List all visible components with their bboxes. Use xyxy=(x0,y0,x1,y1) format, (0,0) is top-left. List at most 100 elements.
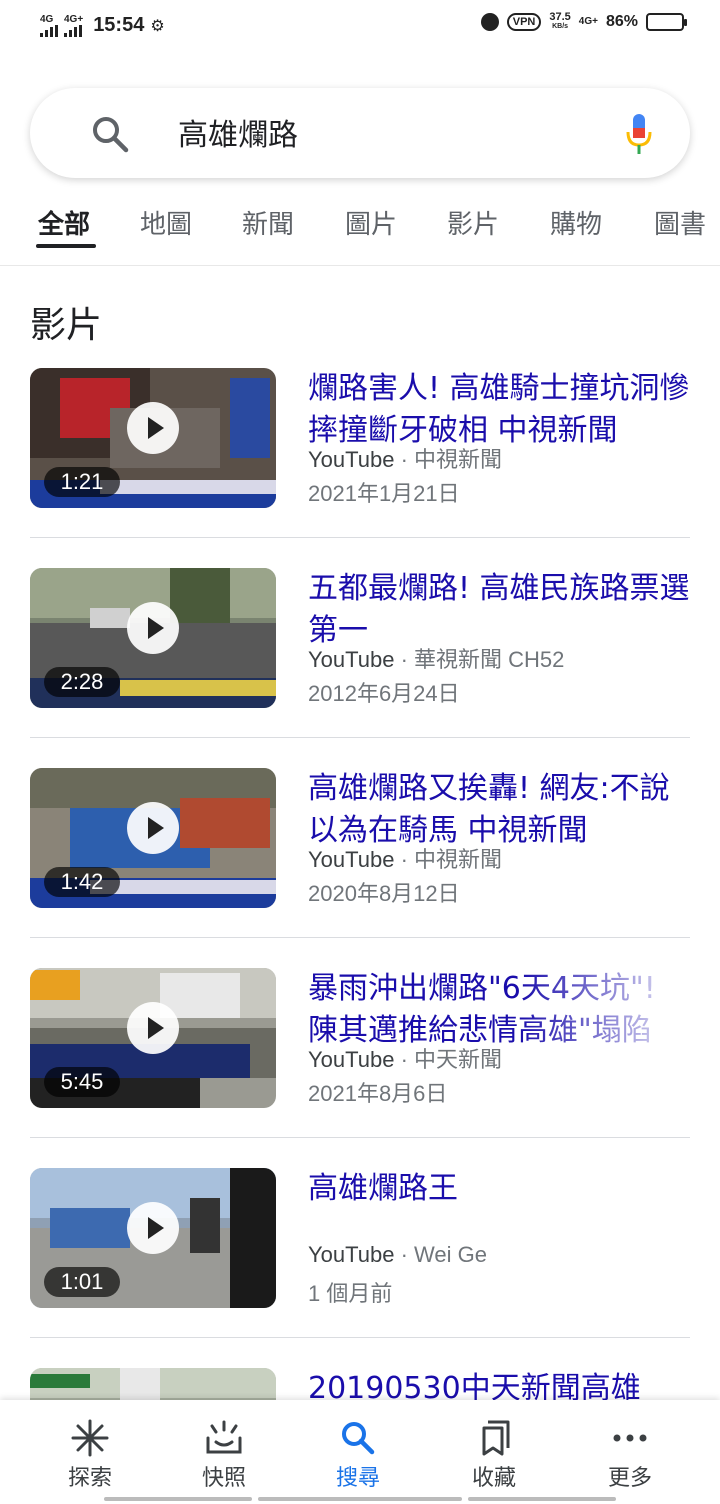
video-title-text[interactable]: 高雄爛路王 xyxy=(308,1168,690,1210)
more-icon xyxy=(570,1418,690,1458)
video-channel: 中視新聞 xyxy=(414,847,503,872)
play-icon[interactable] xyxy=(127,1202,179,1254)
video-title[interactable]: 高雄爛路王 xyxy=(308,1168,690,1210)
video-thumbnail[interactable]: 1:42 xyxy=(30,768,276,908)
nav-label: 快照 xyxy=(201,1466,246,1491)
network-label-2: 4G+ xyxy=(64,13,84,25)
video-title-text[interactable]: 暴雨沖出爛路"6天4天坑"! 陳其邁推給悲情高雄"塌陷 xyxy=(308,968,690,1052)
tab-images[interactable]: 圖片 xyxy=(345,204,397,241)
asterisk-icon xyxy=(30,1418,150,1458)
video-source: YouTube · Wei Ge xyxy=(308,1242,487,1268)
play-icon[interactable] xyxy=(127,602,179,654)
video-duration: 5:45 xyxy=(44,1067,120,1097)
status-bar-left: 4G 4G+ 15:54 ⚙ xyxy=(40,14,165,37)
divider xyxy=(30,1337,690,1338)
nav-label: 探索 xyxy=(67,1466,112,1491)
video-channel: Wei Ge xyxy=(414,1242,487,1267)
tab-books[interactable]: 圖書 xyxy=(654,204,706,241)
video-duration: 1:01 xyxy=(44,1267,120,1297)
section-title: 影片 xyxy=(30,305,103,346)
signal-icon xyxy=(40,24,58,37)
gesture-bar xyxy=(468,1497,616,1501)
tab-all[interactable]: 全部 xyxy=(38,204,90,241)
video-date: 1 個月前 xyxy=(308,1281,393,1306)
video-title[interactable]: 高雄爛路又挨轟! 網友:不說以為在騎馬 中視新聞 xyxy=(308,768,690,852)
video-thumbnail[interactable]: 1:21 xyxy=(30,368,276,508)
video-thumbnail[interactable]: 5:45 xyxy=(30,968,276,1108)
separator: · xyxy=(394,847,415,872)
nav-collections[interactable]: 收藏 xyxy=(434,1418,554,1492)
tab-videos[interactable]: 影片 xyxy=(447,204,499,241)
play-icon[interactable] xyxy=(127,402,179,454)
network-indicator-3: 4G+ xyxy=(578,16,598,27)
video-date: 2021年8月6日 xyxy=(308,1081,448,1106)
search-tabs: 全部 地圖 新聞 圖片 影片 購物 圖書 xyxy=(0,196,720,266)
play-icon[interactable] xyxy=(127,1002,179,1054)
video-thumbnail[interactable]: 2:28 xyxy=(30,568,276,708)
video-channel: 中視新聞 xyxy=(414,447,503,472)
video-source: YouTube · 華視新聞 CH52 xyxy=(308,642,564,674)
video-title[interactable]: 暴雨沖出爛路"6天4天坑"! 陳其邁推給悲情高雄"塌陷 xyxy=(308,968,690,1052)
video-result[interactable]: 1:21 爛路害人! 高雄騎士撞坑洞慘摔撞斷牙破相 中視新聞 YouTube ·… xyxy=(30,368,690,568)
separator: · xyxy=(394,1242,415,1267)
video-title-text[interactable]: 五都最爛路! 高雄民族路票選第一 xyxy=(308,568,690,652)
divider xyxy=(30,737,690,738)
video-source-site: YouTube xyxy=(308,447,395,472)
gesture-bar xyxy=(104,1497,252,1501)
vpn-badge: VPN xyxy=(506,13,542,31)
nav-more[interactable]: 更多 xyxy=(570,1418,690,1492)
video-title-text[interactable]: 爛路害人! 高雄騎士撞坑洞慘摔撞斷牙破相 中視新聞 xyxy=(308,368,690,452)
video-source-site: YouTube xyxy=(308,1242,395,1267)
video-date: 2021年1月21日 xyxy=(308,481,460,506)
nav-snapshot[interactable]: 快照 xyxy=(164,1418,284,1492)
status-bar: 4G 4G+ 15:54 ⚙ VPN 37.5 KB/s 4G+ 86% xyxy=(0,0,720,52)
divider xyxy=(30,537,690,538)
video-duration: 1:21 xyxy=(44,467,120,497)
network-indicator-2: 4G+ xyxy=(64,13,84,37)
battery-percent: 86% xyxy=(605,13,638,30)
search-icon xyxy=(298,1418,418,1458)
bookmarks-icon xyxy=(434,1418,554,1458)
network-speed: 37.5 KB/s xyxy=(549,12,570,32)
video-result[interactable]: 2:28 五都最爛路! 高雄民族路票選第一 YouTube · 華視新聞 CH5… xyxy=(30,568,690,768)
video-title[interactable]: 爛路害人! 高雄騎士撞坑洞慘摔撞斷牙破相 中視新聞 xyxy=(308,368,690,452)
divider xyxy=(30,937,690,938)
tab-news[interactable]: 新聞 xyxy=(242,204,294,241)
search-box[interactable]: 高雄爛路 xyxy=(30,88,690,178)
video-date: 2012年6月24日 xyxy=(308,681,460,706)
nav-label: 搜尋 xyxy=(335,1466,380,1491)
alarm-icon xyxy=(480,13,499,31)
nav-label: 更多 xyxy=(607,1466,652,1491)
video-title-text[interactable]: 高雄爛路又挨轟! 網友:不說以為在騎馬 中視新聞 xyxy=(308,768,690,852)
nav-label: 收藏 xyxy=(471,1466,516,1491)
video-duration: 1:42 xyxy=(44,867,120,897)
video-source-site: YouTube xyxy=(308,847,395,872)
snapshot-icon xyxy=(164,1418,284,1458)
network-label-1: 4G xyxy=(40,13,54,25)
play-icon[interactable] xyxy=(127,802,179,854)
separator: · xyxy=(394,647,415,672)
search-input[interactable]: 高雄爛路 xyxy=(178,110,298,154)
separator: · xyxy=(394,1047,415,1072)
tab-shopping[interactable]: 購物 xyxy=(550,204,602,241)
clock: 15:54 xyxy=(93,14,145,36)
separator: · xyxy=(394,447,415,472)
video-source: YouTube · 中天新聞 xyxy=(308,1042,502,1074)
tab-maps[interactable]: 地圖 xyxy=(140,204,192,241)
search-icon[interactable] xyxy=(90,114,130,154)
video-thumbnail[interactable]: 1:01 xyxy=(30,1168,276,1308)
network-indicator-1: 4G xyxy=(40,13,58,37)
nav-explore[interactable]: 探索 xyxy=(30,1418,150,1492)
bottom-navigation: 探索 快照 搜尋 收藏 更多 xyxy=(0,1400,720,1504)
video-channel: 華視新聞 CH52 xyxy=(414,647,565,672)
video-source-site: YouTube xyxy=(308,1047,395,1072)
nav-search[interactable]: 搜尋 xyxy=(298,1418,418,1492)
microphone-icon[interactable] xyxy=(624,112,654,156)
video-title[interactable]: 五都最爛路! 高雄民族路票選第一 xyxy=(308,568,690,652)
video-result[interactable]: 1:42 高雄爛路又挨轟! 網友:不說以為在騎馬 中視新聞 YouTube · … xyxy=(30,768,690,968)
video-source: YouTube · 中視新聞 xyxy=(308,842,502,874)
video-date: 2020年8月12日 xyxy=(308,881,460,906)
active-tab-indicator xyxy=(36,244,96,248)
video-result[interactable]: 1:01 高雄爛路王 YouTube · Wei Ge 1 個月前 xyxy=(30,1168,690,1368)
video-result[interactable]: 5:45 暴雨沖出爛路"6天4天坑"! 陳其邁推給悲情高雄"塌陷 YouTube… xyxy=(30,968,690,1168)
